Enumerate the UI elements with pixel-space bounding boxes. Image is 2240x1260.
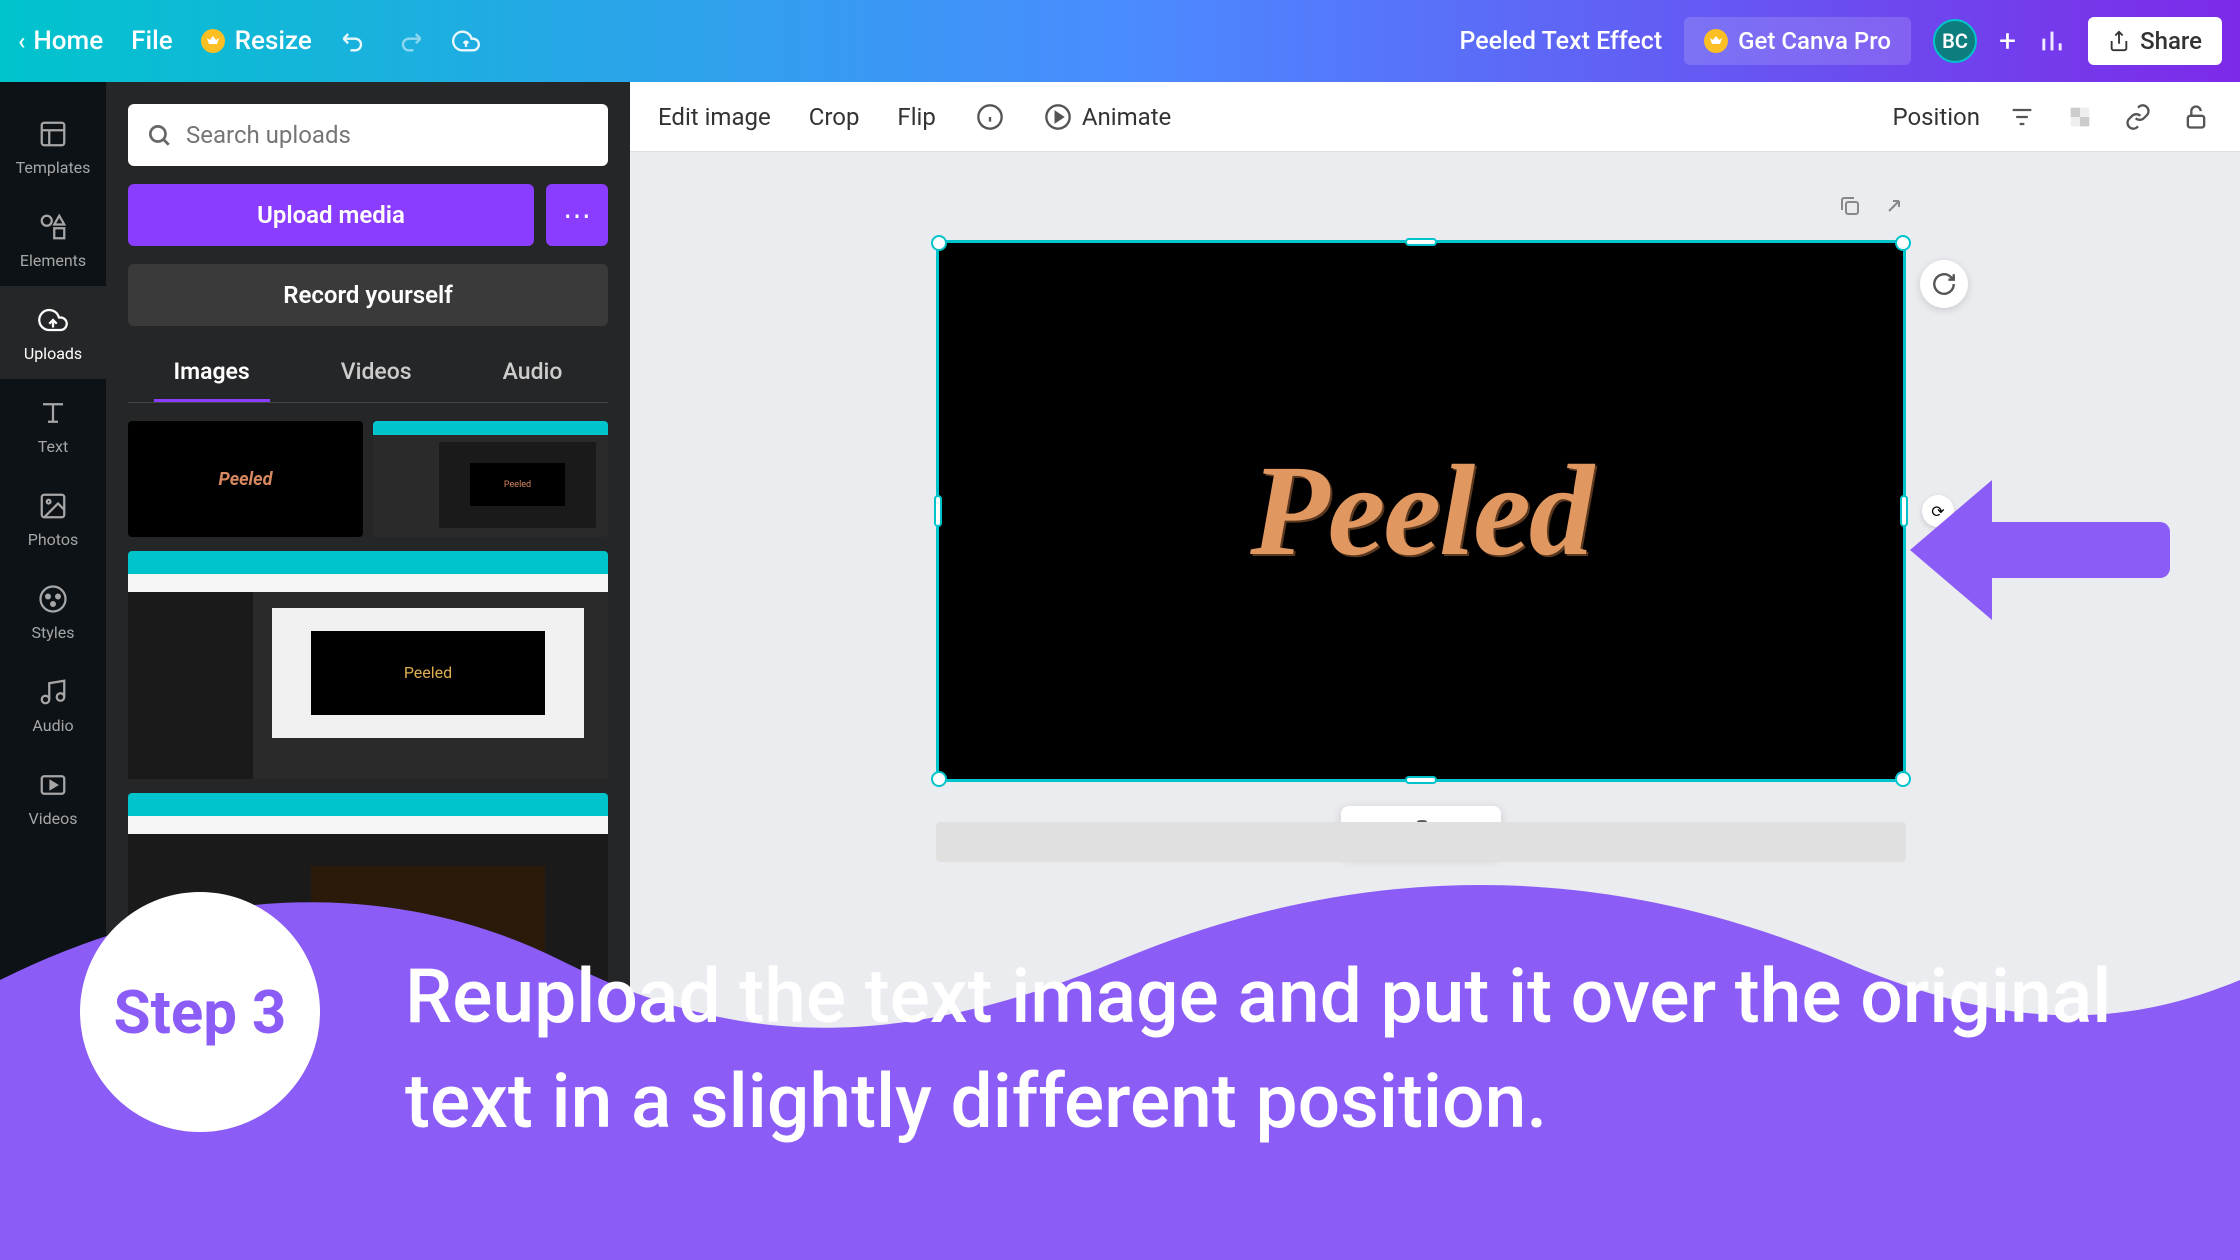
header-right: Peeled Text Effect Get Canva Pro BC + Sh… — [1460, 17, 2223, 65]
page-strip[interactable] — [936, 822, 1906, 862]
rail-label: Audio — [32, 716, 73, 735]
cloud-sync-icon[interactable] — [452, 27, 480, 55]
flip-button[interactable]: Flip — [897, 103, 935, 131]
refresh-button[interactable] — [1920, 260, 1968, 308]
canvas-wrapper: Peeled ⟳ ⋯ — [936, 240, 1906, 782]
context-toolbar: Edit image Crop Flip Animate Position — [630, 82, 2240, 152]
resize-button[interactable]: Resize — [201, 26, 312, 56]
chevron-left-icon: ‹ — [18, 27, 25, 55]
rail-styles[interactable]: Styles — [0, 565, 106, 658]
rail-audio[interactable]: Audio — [0, 658, 106, 751]
document-title[interactable]: Peeled Text Effect — [1460, 27, 1663, 56]
elements-icon — [35, 209, 71, 245]
resize-handle-left[interactable] — [934, 495, 942, 527]
link-icon[interactable] — [2122, 101, 2154, 133]
app-header: ‹ Home File Resize Peeled Text Effect Ge… — [0, 0, 2240, 82]
edit-image-button[interactable]: Edit image — [658, 103, 771, 131]
tab-videos[interactable]: Videos — [321, 344, 432, 402]
share-button[interactable]: Share — [2088, 17, 2222, 65]
rail-videos[interactable]: Videos — [0, 751, 106, 844]
videos-icon — [35, 767, 71, 803]
rail-label: Elements — [20, 251, 86, 270]
user-avatar[interactable]: BC — [1933, 19, 1977, 63]
transparency-icon[interactable] — [2064, 101, 2096, 133]
upload-more-button[interactable]: ⋯ — [546, 184, 608, 246]
uploads-icon — [35, 302, 71, 338]
page-icons — [1838, 194, 1906, 218]
styles-icon — [35, 581, 71, 617]
rail-label: Photos — [28, 530, 79, 549]
canvas-page[interactable]: Peeled — [936, 240, 1906, 782]
upload-thumbnail[interactable]: Peeled — [128, 421, 363, 537]
thumb-row: Peeled Peeled — [128, 421, 608, 537]
upload-media-button[interactable]: Upload media — [128, 184, 534, 246]
templates-icon — [35, 116, 71, 152]
animate-label: Animate — [1082, 103, 1171, 131]
share-icon — [2108, 30, 2130, 52]
resize-handle-tl[interactable] — [931, 235, 947, 251]
animate-button[interactable]: Animate — [1044, 103, 1171, 131]
filter-icon[interactable] — [2006, 101, 2038, 133]
resize-handle-right[interactable] — [1900, 495, 1908, 527]
resize-handle-bl[interactable] — [931, 771, 947, 787]
resize-handle-tr[interactable] — [1895, 235, 1911, 251]
rail-uploads[interactable]: Uploads — [0, 286, 106, 379]
upload-thumbnail[interactable]: Peeled — [373, 421, 608, 537]
get-pro-label: Get Canva Pro — [1738, 27, 1891, 55]
rail-label: Videos — [29, 809, 78, 828]
panel-tabs: Images Videos Audio — [128, 344, 608, 403]
tab-images[interactable]: Images — [154, 344, 270, 402]
search-input[interactable] — [186, 121, 590, 149]
text-icon — [35, 395, 71, 431]
crop-button[interactable]: Crop — [809, 103, 860, 131]
context-right: Position — [1892, 101, 2212, 133]
crown-icon — [201, 29, 225, 53]
resize-label: Resize — [235, 26, 312, 56]
add-member-button[interactable]: + — [1999, 24, 2016, 59]
insights-button[interactable] — [2038, 27, 2066, 55]
position-button[interactable]: Position — [1892, 103, 1980, 131]
file-menu[interactable]: File — [131, 26, 173, 56]
home-label: Home — [33, 26, 103, 56]
upload-row: Upload media ⋯ — [128, 184, 608, 246]
peeled-text-image[interactable]: Peeled — [1250, 436, 1592, 586]
search-box[interactable] — [128, 104, 608, 166]
thumb-inner-text: Peeled — [311, 631, 545, 715]
step-badge: Step 3 — [80, 892, 320, 1132]
step-instruction: Reupload the text image and put it over … — [405, 945, 2180, 1155]
animate-icon — [1044, 103, 1072, 131]
audio-icon — [35, 674, 71, 710]
tutorial-arrow — [1910, 480, 2170, 620]
rail-label: Text — [38, 437, 68, 456]
rail-elements[interactable]: Elements — [0, 193, 106, 286]
photos-icon — [35, 488, 71, 524]
rail-label: Styles — [32, 623, 75, 642]
resize-handle-bottom[interactable] — [1405, 776, 1437, 784]
tutorial-overlay: Step 3 Reupload the text image and put i… — [0, 860, 2240, 1260]
rail-text[interactable]: Text — [0, 379, 106, 472]
expand-page-icon[interactable] — [1882, 194, 1906, 218]
resize-handle-br[interactable] — [1895, 771, 1911, 787]
undo-button[interactable] — [340, 27, 368, 55]
upload-thumbnail[interactable]: Peeled — [128, 551, 608, 779]
search-icon — [146, 122, 172, 148]
info-icon[interactable] — [974, 101, 1006, 133]
duplicate-page-icon[interactable] — [1838, 194, 1862, 218]
resize-handle-top[interactable] — [1405, 238, 1437, 246]
tab-audio[interactable]: Audio — [483, 344, 583, 402]
get-pro-button[interactable]: Get Canva Pro — [1684, 17, 1911, 65]
lock-icon[interactable] — [2180, 101, 2212, 133]
rail-label: Templates — [16, 158, 91, 177]
redo-button[interactable] — [396, 27, 424, 55]
rail-label: Uploads — [24, 344, 82, 363]
record-yourself-button[interactable]: Record yourself — [128, 264, 608, 326]
rail-photos[interactable]: Photos — [0, 472, 106, 565]
thumb-inner-text: Peeled — [470, 463, 564, 506]
rail-templates[interactable]: Templates — [0, 100, 106, 193]
home-button[interactable]: ‹ Home — [18, 26, 103, 56]
share-label: Share — [2140, 27, 2202, 55]
header-left: ‹ Home File Resize — [18, 26, 480, 56]
crown-icon — [1704, 29, 1728, 53]
